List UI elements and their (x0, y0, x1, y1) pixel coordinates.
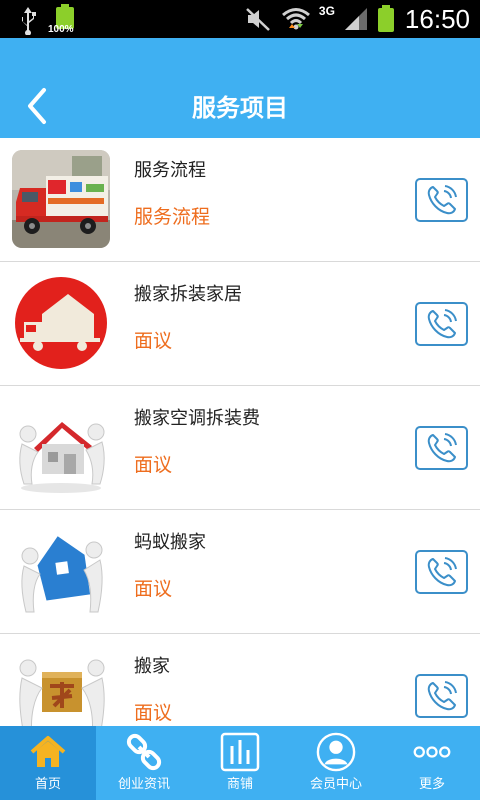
status-bar: 100% 3G 16:50 (0, 0, 480, 38)
nav-item-shop[interactable]: 商铺 (192, 726, 288, 800)
item-price: 面议 (134, 330, 173, 352)
nav-label: 商铺 (226, 777, 253, 792)
service-list: 服务流程 服务流程 搬家拆装家居 面议 搬家空调拆装费 面议 蚂蚁搬家 面议 搬… (0, 138, 480, 726)
clock: 16:50 (404, 3, 470, 34)
call-button[interactable] (415, 550, 468, 594)
nav-item-home[interactable]: 首页 (0, 726, 96, 800)
more-dots-icon (413, 746, 451, 758)
nav-label: 更多 (418, 777, 445, 792)
item-name: 蚂蚁搬家 (134, 532, 206, 553)
phone-icon (427, 557, 457, 587)
item-name: 服务流程 (134, 160, 206, 181)
list-item[interactable]: 服务流程 服务流程 (0, 138, 480, 262)
phone-icon (427, 185, 457, 215)
house-truck-logo (12, 274, 110, 372)
bottom-nav: 首页 创业资讯 商铺 会员中心 更多 (0, 726, 480, 800)
chart-bars-icon (220, 732, 260, 772)
signal-icon (344, 8, 367, 30)
moving-truck-photo (12, 150, 110, 248)
nav-item-news[interactable]: 创业资讯 (96, 726, 192, 800)
nav-item-member[interactable]: 会员中心 (288, 726, 384, 800)
item-price: 面议 (134, 454, 173, 476)
call-button[interactable] (415, 178, 468, 222)
figures-carrying-blue-house (12, 522, 110, 620)
phone-icon (427, 433, 457, 463)
network-type: 3G (318, 4, 335, 18)
nav-item-more[interactable]: 更多 (384, 726, 480, 800)
phone-icon (427, 681, 457, 711)
battery-icon (377, 5, 394, 32)
app-header: 服务项目 (0, 38, 480, 138)
list-item[interactable]: 搬家空调拆装费 面议 (0, 386, 480, 510)
battery-full-icon: 100% (48, 4, 80, 36)
wifi-icon (281, 8, 310, 30)
phone-icon (427, 309, 457, 339)
nav-label: 会员中心 (309, 777, 362, 792)
figures-carrying-red-roof-house (12, 398, 110, 496)
usb-icon (20, 7, 36, 35)
item-name: 搬家空调拆装费 (134, 408, 260, 429)
call-button[interactable] (415, 302, 468, 346)
mute-icon (246, 8, 270, 31)
item-name: 搬家拆装家居 (134, 284, 242, 305)
page-title: 服务项目 (192, 94, 288, 122)
battery-percent: 100% (48, 24, 74, 35)
list-item[interactable]: 搬家 面议 (0, 634, 480, 726)
nav-label: 首页 (34, 777, 61, 792)
item-price: 面议 (134, 578, 173, 600)
figures-carrying-jia-block (12, 646, 110, 726)
list-item[interactable]: 搬家拆装家居 面议 (0, 262, 480, 386)
home-icon (30, 736, 66, 767)
item-name: 搬家 (134, 656, 170, 677)
list-item[interactable]: 蚂蚁搬家 面议 (0, 510, 480, 634)
call-button[interactable] (415, 674, 468, 718)
call-button[interactable] (415, 426, 468, 470)
nav-label: 创业资讯 (117, 777, 170, 792)
link-icon (126, 733, 162, 771)
item-price: 面议 (134, 702, 173, 724)
user-icon (316, 732, 356, 772)
item-price: 服务流程 (134, 206, 211, 228)
